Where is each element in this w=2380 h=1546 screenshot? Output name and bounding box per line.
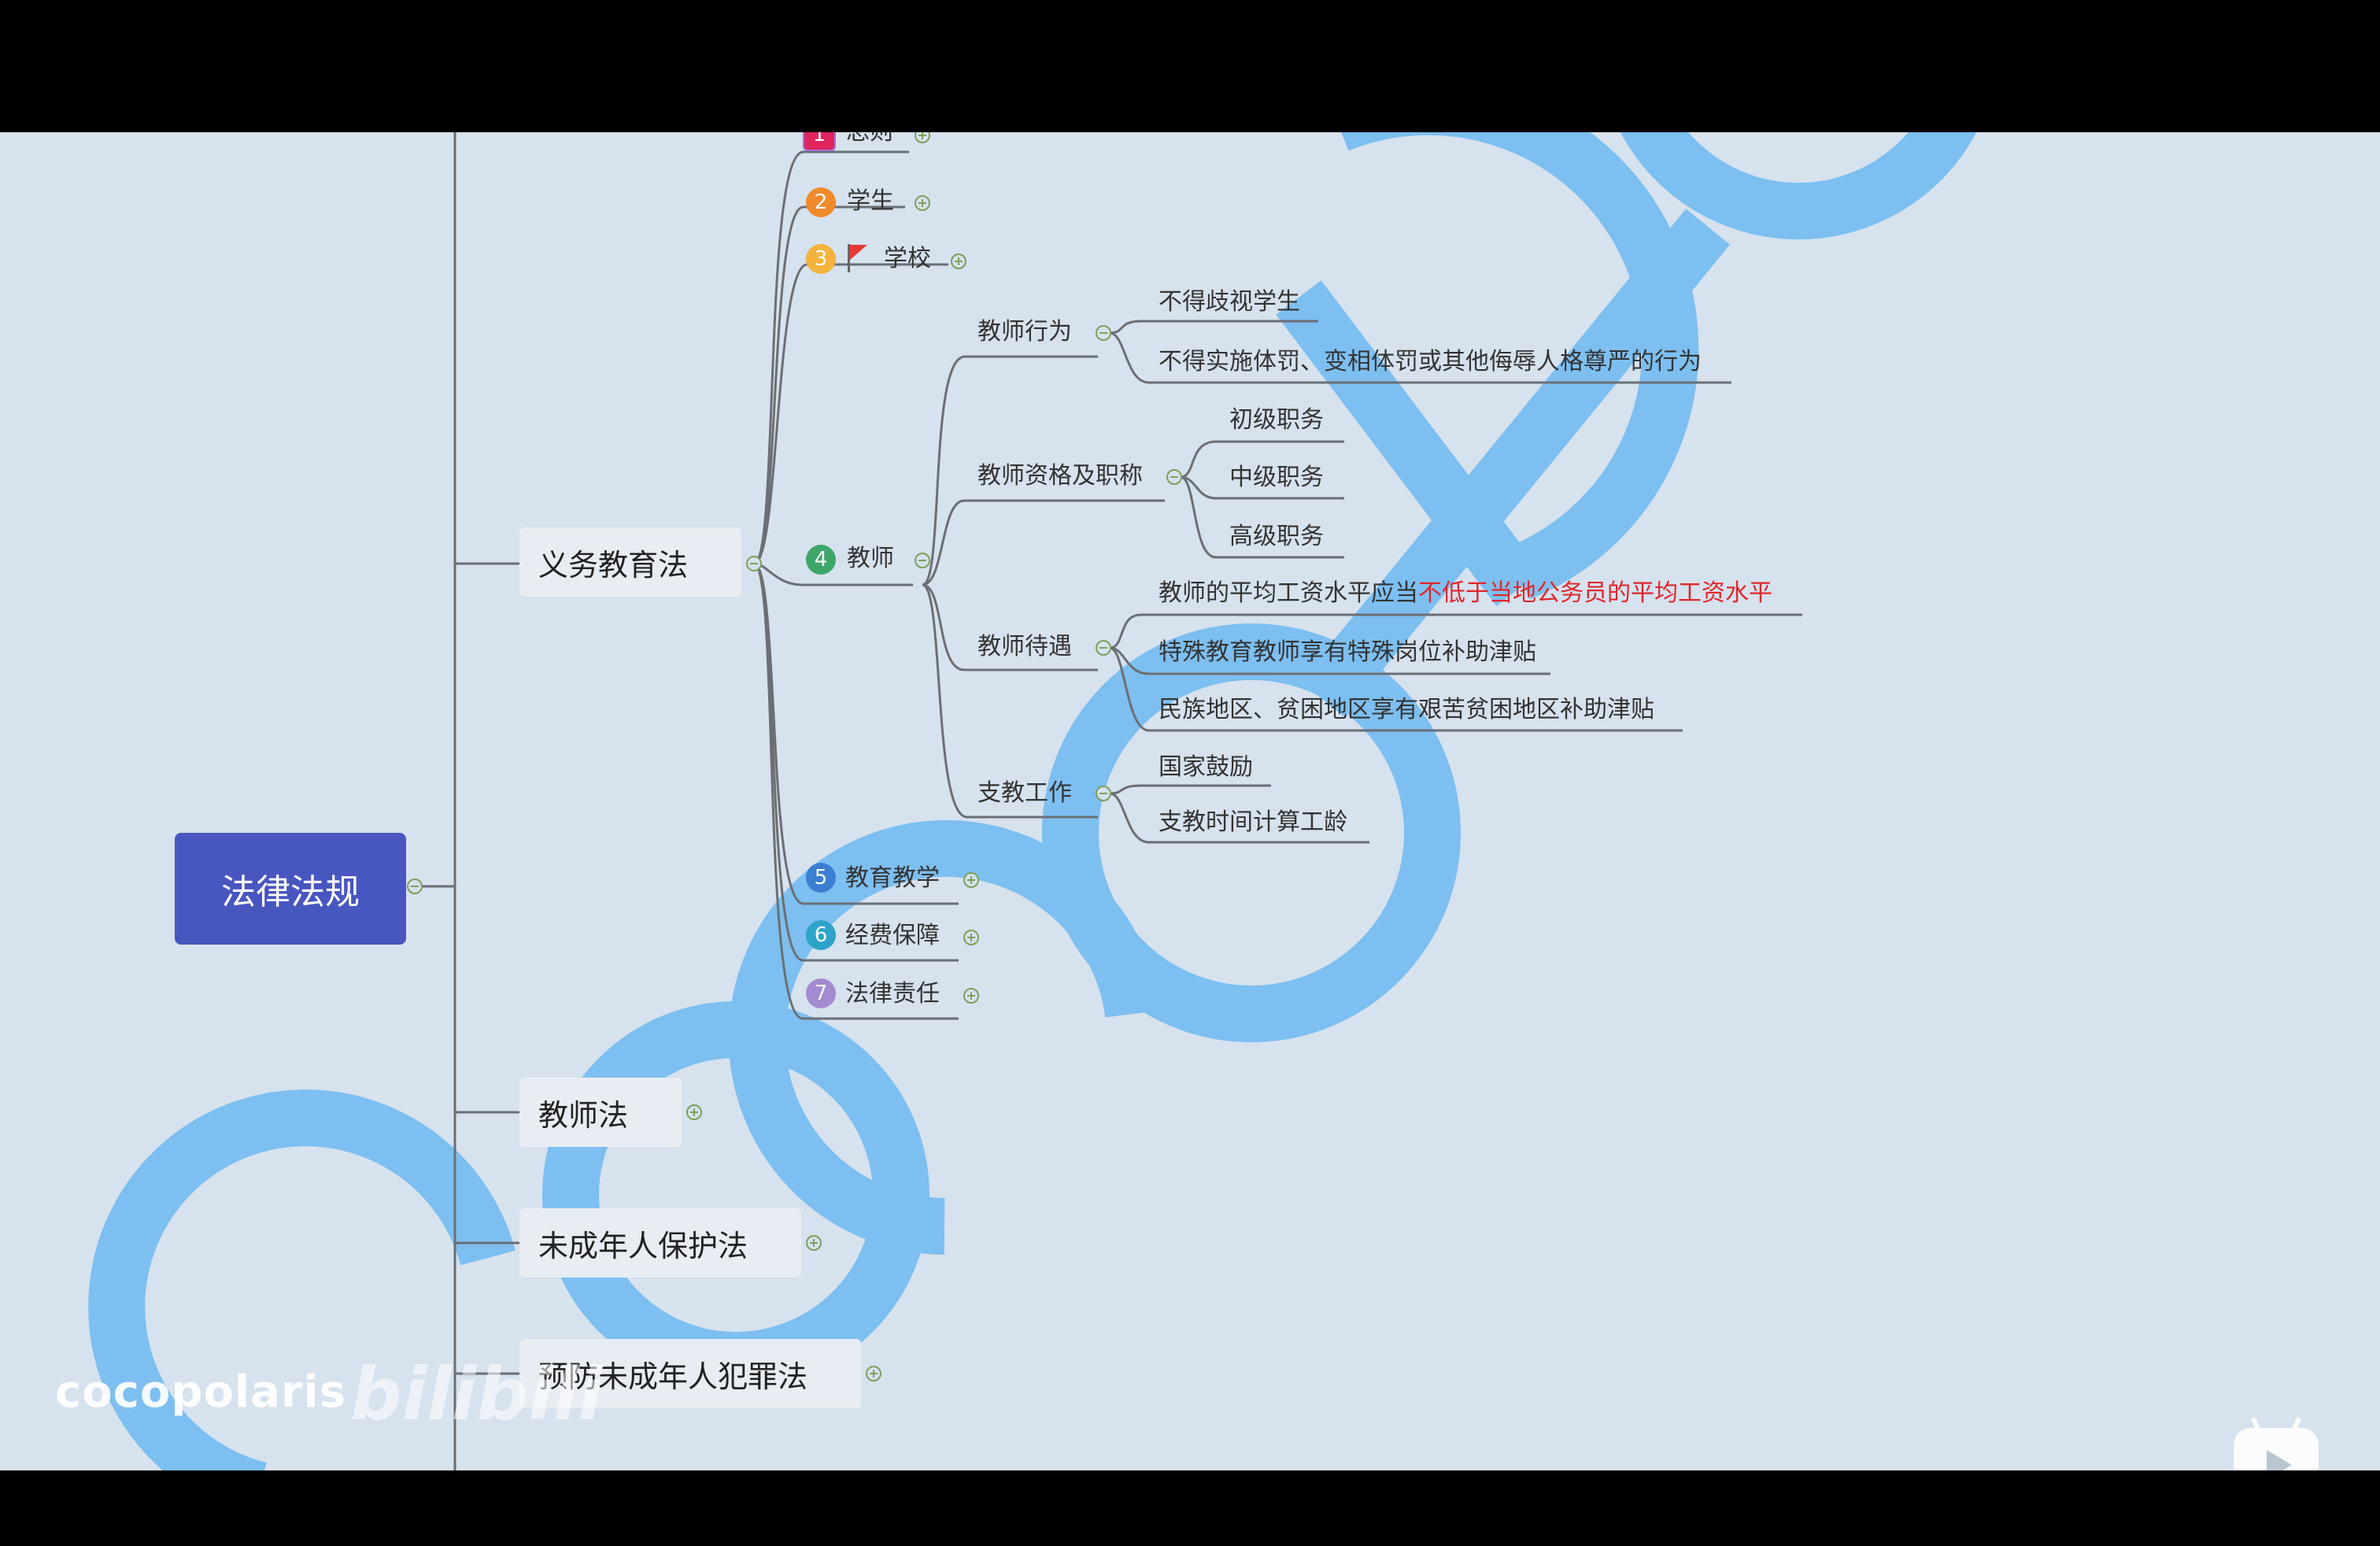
collapse-toggle-icon[interactable] [1096,325,1111,341]
chapter-number-badge: 7 [806,978,836,1008]
chapter-students[interactable]: 学生 [847,186,894,217]
expand-toggle-icon[interactable] [963,988,979,1004]
expand-toggle-icon[interactable] [951,253,966,269]
mindmap-canvas[interactable]: 法律法规 义务教育法 教师法 未成年人保护法 预防未成年人犯罪法 1 总则 2 … [0,132,2380,1470]
collapse-toggle-icon[interactable] [1166,469,1182,485]
collapse-toggle-icon[interactable] [1096,786,1111,801]
root-topic[interactable]: 法律法规 [175,833,406,945]
expand-toggle-icon[interactable] [915,195,930,211]
law-minor-protection[interactable]: 未成年人保护法 [519,1208,801,1278]
chapter-education-teaching[interactable]: 教育教学 [845,863,940,894]
topic-teacher-behavior[interactable]: 教师行为 [978,316,1072,348]
play-button[interactable] [2234,1416,2319,1470]
chapter-number-badge: 3 [806,244,836,274]
play-icon [2267,1450,2292,1470]
expand-toggle-icon[interactable] [686,1104,702,1120]
topic-teacher-treatment[interactable]: 教师待遇 [978,631,1072,663]
leaf-no-corporal-punishment[interactable]: 不得实施体罚、变相体罚或其他侮辱人格尊严的行为 [1159,346,1702,378]
collapse-toggle-icon[interactable] [746,556,762,571]
chapter-number-badge: 4 [806,545,836,575]
connector-lines [417,132,1802,1470]
chapter-schools[interactable]: 学校 [884,243,931,275]
law-compulsory-education[interactable]: 义务教育法 [519,527,741,597]
leaf-hardship-allowance[interactable]: 民族地区、贫困地区享有艰苦贫困地区补助津贴 [1159,694,1654,726]
expand-toggle-icon[interactable] [866,1366,881,1381]
leaf-salary-level-highlight: 不低于当地公务员的平均工资水平 [1418,579,1772,607]
collapse-toggle-icon[interactable] [407,878,423,894]
uploader-watermark: cocopolaris [55,1367,347,1418]
chapter-number-badge: 2 [806,187,836,217]
leaf-junior-title[interactable]: 初级职务 [1229,405,1324,436]
expand-toggle-icon[interactable] [963,930,979,945]
topic-teacher-qualification[interactable]: 教师资格及职称 [978,460,1143,492]
chapter-number-badge: 1 [803,132,836,151]
chapter-number-badge: 5 [806,863,836,893]
chapter-funding[interactable]: 经费保障 [845,920,940,952]
law-teacher[interactable]: 教师法 [519,1078,682,1147]
expand-toggle-icon[interactable] [963,872,979,888]
chapter-number-badge: 6 [806,920,836,950]
collapse-toggle-icon[interactable] [1096,640,1111,656]
chapter-general-provisions[interactable]: 总则 [846,132,893,148]
chapter-legal-liability[interactable]: 法律责任 [845,978,940,1010]
leaf-salary-level-prefix: 教师的平均工资水平应当 [1159,579,1418,607]
bilibili-logo: bilibili [350,1352,603,1437]
leaf-salary-level[interactable]: 教师的平均工资水平应当不低于当地公务员的平均工资水平 [1159,578,1772,609]
leaf-state-encouragement[interactable]: 国家鼓励 [1159,752,1253,783]
topic-support-teaching[interactable]: 支教工作 [978,778,1072,809]
leaf-intermediate-title[interactable]: 中级职务 [1229,462,1324,494]
leaf-senior-title[interactable]: 高级职务 [1229,521,1324,553]
leaf-special-education-allowance[interactable]: 特殊教育教师享有特殊岗位补助津贴 [1159,637,1536,668]
flag-icon [848,244,867,272]
leaf-no-discrimination[interactable]: 不得歧视学生 [1159,287,1300,318]
collapse-toggle-icon[interactable] [915,553,930,568]
chapter-teachers[interactable]: 教师 [847,543,894,575]
expand-toggle-icon[interactable] [806,1235,822,1251]
leaf-seniority-calculation[interactable]: 支教时间计算工龄 [1159,807,1347,838]
